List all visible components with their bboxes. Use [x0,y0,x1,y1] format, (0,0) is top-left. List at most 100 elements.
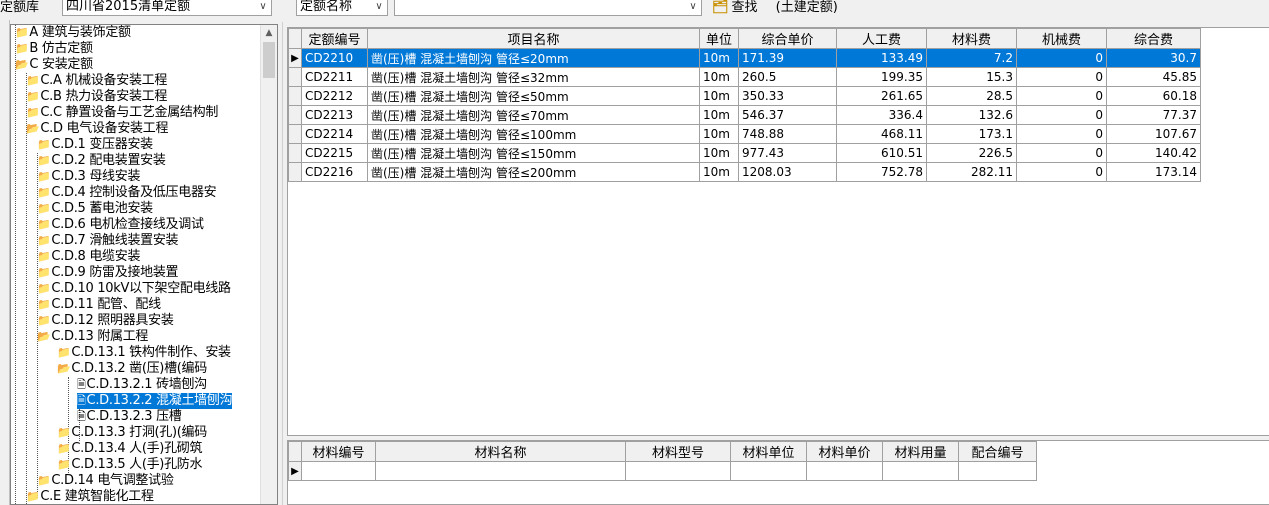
tree-node[interactable]: 📁C.D.13.1 铁构件制作、安装 [57,345,231,361]
tree-node[interactable]: 📁C.D.11 配管、配线 [37,297,161,313]
cell-labor: 610.51 [836,143,927,163]
cell-code: CD2213 [301,105,368,125]
col-header[interactable]: 机械费 [1016,28,1107,49]
col-header[interactable]: 配合编号 [958,441,1037,462]
tree-node[interactable]: 📁B 仿古定额 [15,41,93,57]
tree-node[interactable]: 📁C.D.13.4 人(手)孔砌筑 [57,441,202,457]
tree-node[interactable]: 📂C 安装定额 [15,57,93,73]
empty-cell[interactable] [958,461,1037,481]
cell-unit: 10m [699,48,739,68]
tree-node[interactable]: 📁C.D.8 电缆安装 [37,249,140,265]
col-header[interactable]: 综合单价 [738,28,837,49]
col-header[interactable]: 材料用量 [882,441,959,462]
find-button[interactable]: 🗂 查找 (土建定额) [712,0,838,16]
cell-name: 凿(压)槽 混凝土墙刨沟 管径≤100mm [367,124,700,144]
quota-tree[interactable]: 📁A 建筑与装饰定额 📁B 仿古定额 📂C 安装定额 📁C.A 机械设备安装工程… [10,24,278,505]
table-row[interactable]: CD2216 凿(压)槽 混凝土墙刨沟 管径≤200mm 10m 1208.03… [288,162,1201,182]
col-header[interactable]: 人工费 [836,28,927,49]
tree-node[interactable]: 📁C.E 建筑智能化工程 [26,489,154,504]
row-indicator [288,124,302,144]
col-header[interactable]: 材料编号 [301,441,376,462]
tree-node[interactable]: 📁C.C 静置设备与工艺金属结构制 [26,105,218,121]
cell-name: 凿(压)槽 混凝土墙刨沟 管径≤70mm [367,105,700,125]
folder-open-icon: 📂 [26,122,40,135]
col-header[interactable]: 综合费 [1106,28,1201,49]
table-row[interactable]: ▶ CD2210 凿(压)槽 混凝土墙刨沟 管径≤20mm 10m 171.39… [288,48,1201,68]
cell-name: 凿(压)槽 混凝土墙刨沟 管径≤150mm [367,143,700,163]
chevron-down-icon[interactable]: ∨ [371,0,387,15]
table-row[interactable]: CD2213 凿(压)槽 混凝土墙刨沟 管径≤70mm 10m 546.37 3… [288,105,1201,125]
scroll-thumb[interactable] [263,42,275,78]
empty-cell[interactable] [625,461,731,481]
tree-node[interactable]: 📂C.D.13 附属工程 [37,329,148,345]
cell-price: 1208.03 [738,162,837,182]
empty-cell[interactable] [301,461,376,481]
folder-icon: 📁 [37,170,51,183]
tree-node[interactable]: 📁C.D.13.3 打洞(孔)(编码 [57,425,207,441]
col-header[interactable]: 材料单位 [730,441,807,462]
table-row[interactable]: CD2215 凿(压)槽 混凝土墙刨沟 管径≤150mm 10m 977.43 … [288,143,1201,163]
tree-node[interactable]: 📂C.D.13.2 凿(压)槽(编码 [57,361,207,377]
tree-node[interactable]: 📁C.D.3 母线安装 [37,169,140,185]
tree-node[interactable]: 📁C.D.5 蓄电池安装 [37,201,153,217]
vertical-splitter[interactable] [282,22,286,505]
table-row[interactable]: ▶ [288,461,1037,481]
find-label: 查找 [731,0,758,15]
col-header[interactable]: 项目名称 [367,28,700,49]
tree-node[interactable]: 📁C.D.9 防雷及接地装置 [37,265,179,281]
col-header[interactable]: 材料型号 [625,441,731,462]
scroll-up-icon[interactable]: ▲ [261,25,277,41]
cell-machine: 0 [1016,124,1107,144]
tree-node-label: C.D.3 母线安装 [51,169,141,184]
tree-node[interactable]: 📁C.D.10 10kV以下架空配电线路 [37,281,231,297]
tree-node-label: C.D.13.4 人(手)孔砌筑 [71,441,203,456]
cell-labor: 261.65 [836,86,927,106]
tree-node[interactable]: 📁C.A 机械设备安装工程 [26,73,167,89]
tree-node[interactable]: 📁C.D.4 控制设备及低压电器安 [37,185,217,201]
col-header[interactable]: 定额编号 [301,28,368,49]
cell-name: 凿(压)槽 混凝土墙刨沟 管径≤20mm [367,48,700,68]
col-header[interactable]: 材料单价 [806,441,883,462]
empty-cell[interactable] [375,461,626,481]
empty-cell[interactable] [806,461,883,481]
empty-cell[interactable] [730,461,807,481]
cell-price: 260.5 [738,67,837,87]
tree-node[interactable]: 📁C.D.6 电机检查接线及调试 [37,217,204,233]
tree-node[interactable]: 📁C.D.2 配电装置安装 [37,153,166,169]
quota-lib-select[interactable]: 四川省2015清单定额 ∨ [62,0,272,16]
tree-node-selected[interactable]: 🗎C.D.13.2.2 混凝土墙刨沟 [77,393,233,409]
cell-machine: 0 [1016,48,1107,68]
folder-icon: 📁 [37,250,51,263]
tree-node[interactable]: 📁C.D.13.5 人(手)孔防水 [57,457,202,473]
tree-node[interactable]: 📁C.D.14 电气调整试验 [37,473,174,489]
search-field-value: 定额名称 [300,0,353,14]
tree-scrollbar[interactable]: ▲ [260,25,277,504]
cell-machine: 0 [1016,67,1107,87]
tree-node[interactable]: 📁A 建筑与装饰定额 [15,25,131,41]
table-row[interactable]: CD2211 凿(压)槽 混凝土墙刨沟 管径≤32mm 10m 260.5 19… [288,67,1201,87]
tree-node-label: C.D.5 蓄电池安装 [51,201,153,216]
folder-icon: 📁 [37,474,51,487]
col-header[interactable]: 材料费 [926,28,1017,49]
table-row[interactable]: CD2212 凿(压)槽 混凝土墙刨沟 管径≤50mm 10m 350.33 2… [288,86,1201,106]
tree-node[interactable]: 📁C.D.7 滑触线装置安装 [37,233,179,249]
tree-node[interactable]: 📁C.D.12 照明器具安装 [37,313,174,329]
tree-node[interactable]: 📂C.D 电气设备安装工程 [26,121,168,137]
empty-cell[interactable] [882,461,959,481]
search-field-select[interactable]: 定额名称 ∨ [296,0,388,16]
table-row[interactable]: CD2214 凿(压)槽 混凝土墙刨沟 管径≤100mm 10m 748.88 … [288,124,1201,144]
col-header[interactable]: 材料名称 [375,441,626,462]
tree-node[interactable]: 🗎C.D.13.2.1 砖墙刨沟 [77,377,207,393]
folder-icon: 📁 [57,426,71,439]
tree-node-label: C.D.13.1 铁构件制作、安装 [71,345,231,360]
chevron-down-icon[interactable]: ∨ [255,0,271,15]
tree-node[interactable]: 🗎C.D.13.2.3 压槽 [77,409,182,425]
search-input[interactable]: ∨ [394,0,702,16]
tree-node[interactable]: 📁C.B 热力设备安装工程 [26,89,167,105]
tree-node[interactable]: 📁C.D.1 变压器安装 [37,137,153,153]
folder-icon: 📁 [57,458,71,471]
toolbar: 定额库 四川省2015清单定额 ∨ 定额名称 ∨ ∨ 🗂 查找 (土建定额) [0,0,1269,20]
chevron-down-icon[interactable]: ∨ [685,0,701,15]
folder-icon: 📁 [37,282,51,295]
col-header[interactable]: 单位 [699,28,739,49]
